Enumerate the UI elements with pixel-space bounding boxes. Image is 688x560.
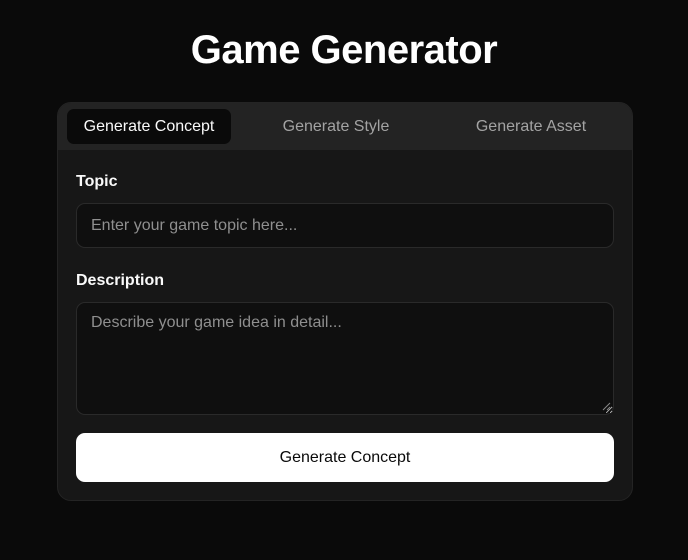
generator-card: Generate Concept Generate Style Generate…	[57, 102, 633, 501]
tab-generate-asset[interactable]: Generate Asset	[441, 109, 621, 144]
generate-concept-button[interactable]: Generate Concept	[76, 433, 614, 482]
page-title: Game Generator	[190, 28, 498, 72]
topic-input[interactable]	[76, 203, 614, 248]
description-textarea[interactable]	[76, 302, 614, 415]
topic-label: Topic	[76, 173, 118, 190]
tab-generate-style[interactable]: Generate Style	[231, 109, 441, 144]
description-label: Description	[76, 272, 165, 289]
resize-handle-icon[interactable]	[601, 401, 611, 411]
tab-generate-concept[interactable]: Generate Concept	[67, 109, 231, 144]
tab-bar: Generate Concept Generate Style Generate…	[58, 103, 632, 150]
